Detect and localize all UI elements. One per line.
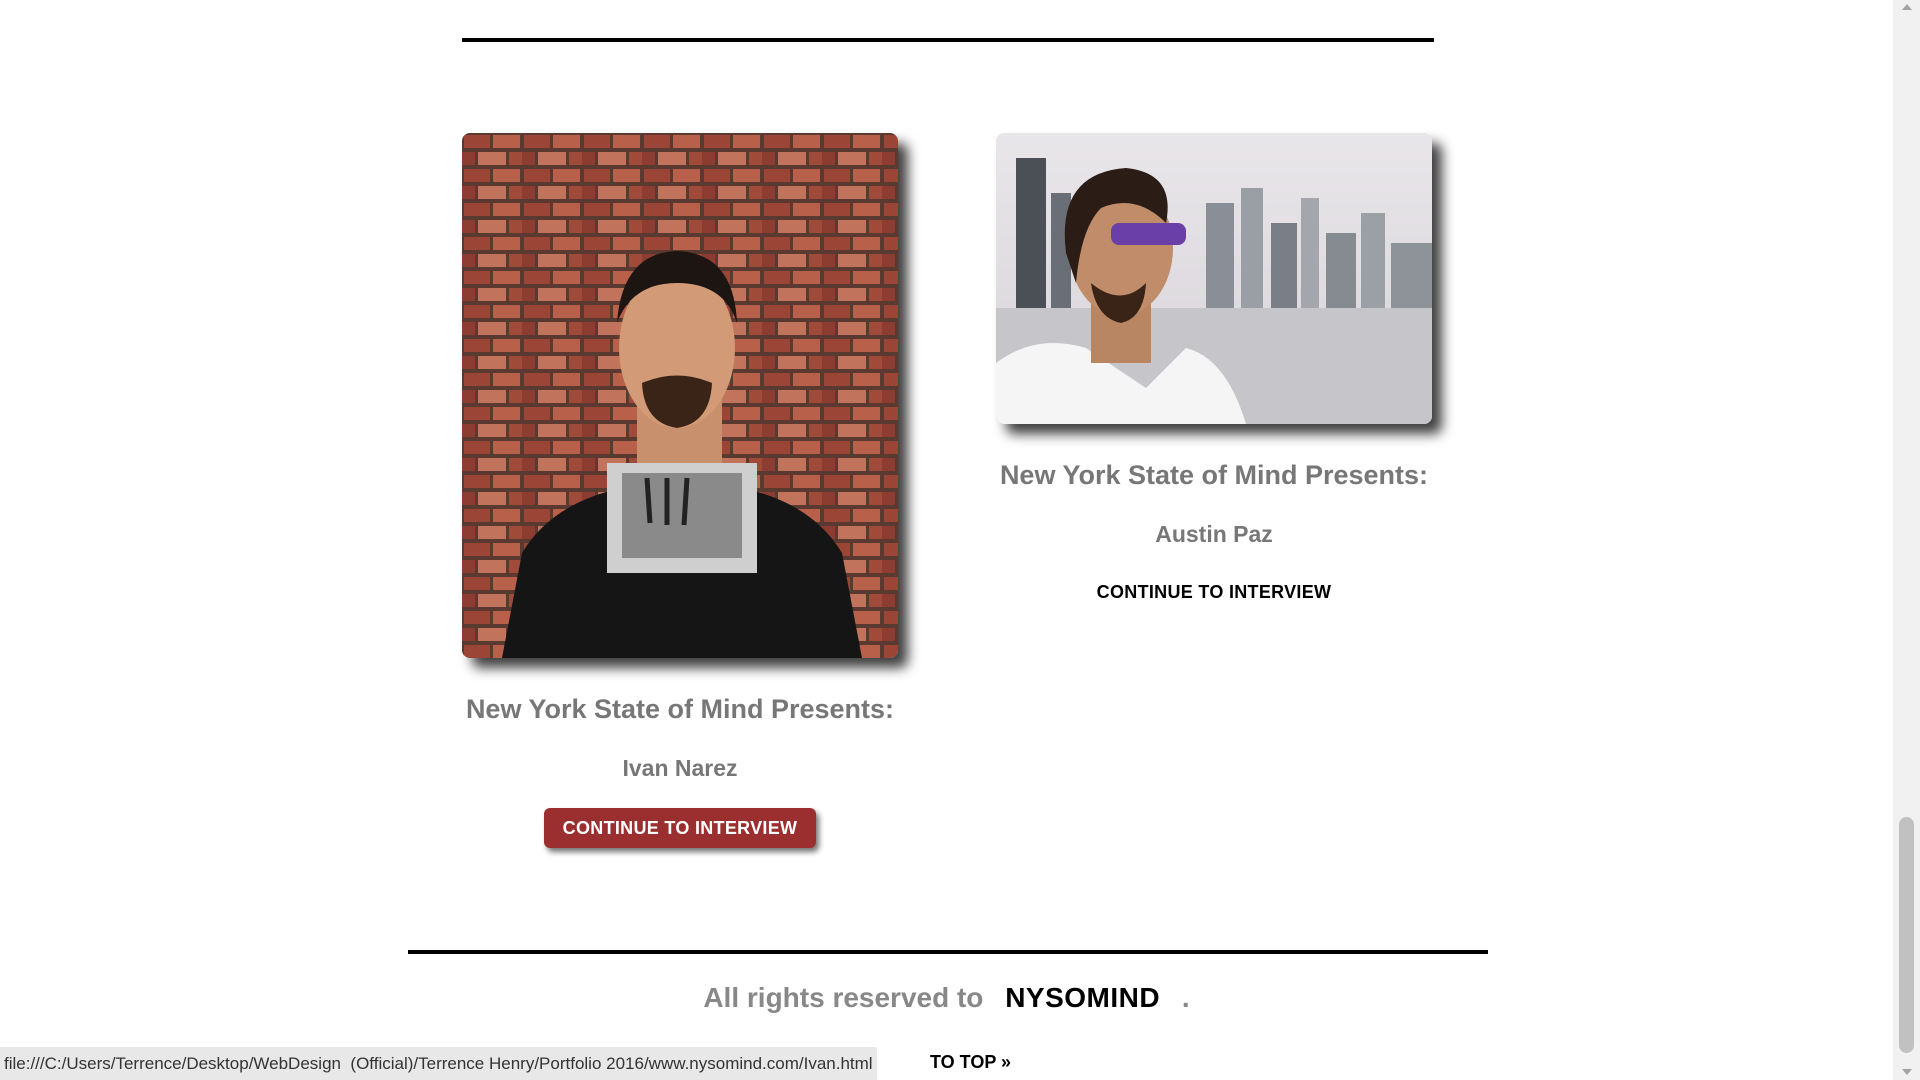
presents-heading: New York State of Mind Presents: <box>999 460 1429 490</box>
scroll-down-arrow-icon[interactable] <box>1902 1069 1912 1075</box>
austin-paz-photo[interactable] <box>996 133 1432 424</box>
interviewee-name: Ivan Narez <box>622 755 738 781</box>
brand-name: NYSOMIND <box>1005 982 1161 1013</box>
portrait-city-skyline-image <box>996 133 1432 424</box>
continue-to-interview-link[interactable]: CONTINUE TO INTERVIEW <box>1097 582 1332 603</box>
interview-card-ivan: New York State of Mind Presents: Ivan Na… <box>462 133 898 848</box>
portrait-brick-wall-image <box>462 133 898 658</box>
scroll-up-arrow-icon[interactable] <box>1902 4 1912 10</box>
back-to-top-link[interactable]: TO TOP » <box>930 1052 1011 1073</box>
continue-to-interview-button[interactable]: CONTINUE TO INTERVIEW <box>543 808 817 848</box>
vertical-scrollbar[interactable] <box>1893 0 1920 1080</box>
footer-divider <box>408 950 1488 954</box>
copyright-period: . <box>1181 982 1190 1013</box>
status-bar-url: file:///C:/Users/Terrence/Desktop/WebDes… <box>0 1047 877 1080</box>
copyright-text: All rights reserved to <box>703 982 984 1013</box>
interview-card-austin: New York State of Mind Presents: Austin … <box>996 133 1432 603</box>
scrollbar-thumb[interactable] <box>1899 817 1914 1053</box>
footer-copyright: All rights reserved to NYSOMIND . <box>0 982 1893 1014</box>
top-divider <box>462 38 1434 42</box>
page: New York State of Mind Presents: Ivan Na… <box>0 0 1893 1080</box>
interviewee-name: Austin Paz <box>1155 521 1273 547</box>
ivan-narez-photo[interactable] <box>462 133 898 658</box>
presents-heading: New York State of Mind Presents: <box>465 694 895 724</box>
